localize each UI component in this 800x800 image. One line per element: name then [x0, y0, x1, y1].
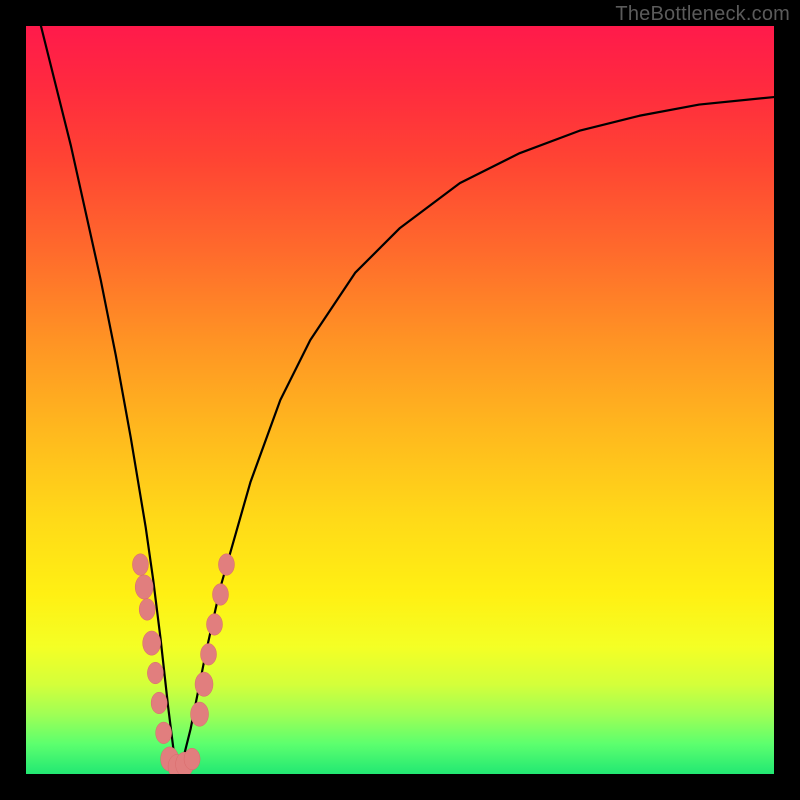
data-marker — [147, 662, 163, 684]
data-marker — [207, 614, 223, 636]
data-marker — [191, 702, 209, 726]
data-marker — [143, 631, 161, 655]
data-marker — [201, 644, 217, 666]
plot-area — [26, 26, 774, 774]
data-marker — [135, 575, 153, 599]
marker-layer — [132, 554, 234, 774]
chart-svg — [26, 26, 774, 774]
data-marker — [212, 584, 228, 606]
chart-frame: TheBottleneck.com — [0, 0, 800, 800]
data-marker — [139, 599, 155, 621]
data-marker — [132, 554, 148, 576]
data-marker — [184, 748, 200, 770]
data-marker — [151, 692, 167, 714]
data-marker — [218, 554, 234, 576]
data-marker — [156, 722, 172, 744]
data-marker — [195, 672, 213, 696]
watermark-text: TheBottleneck.com — [615, 3, 790, 26]
